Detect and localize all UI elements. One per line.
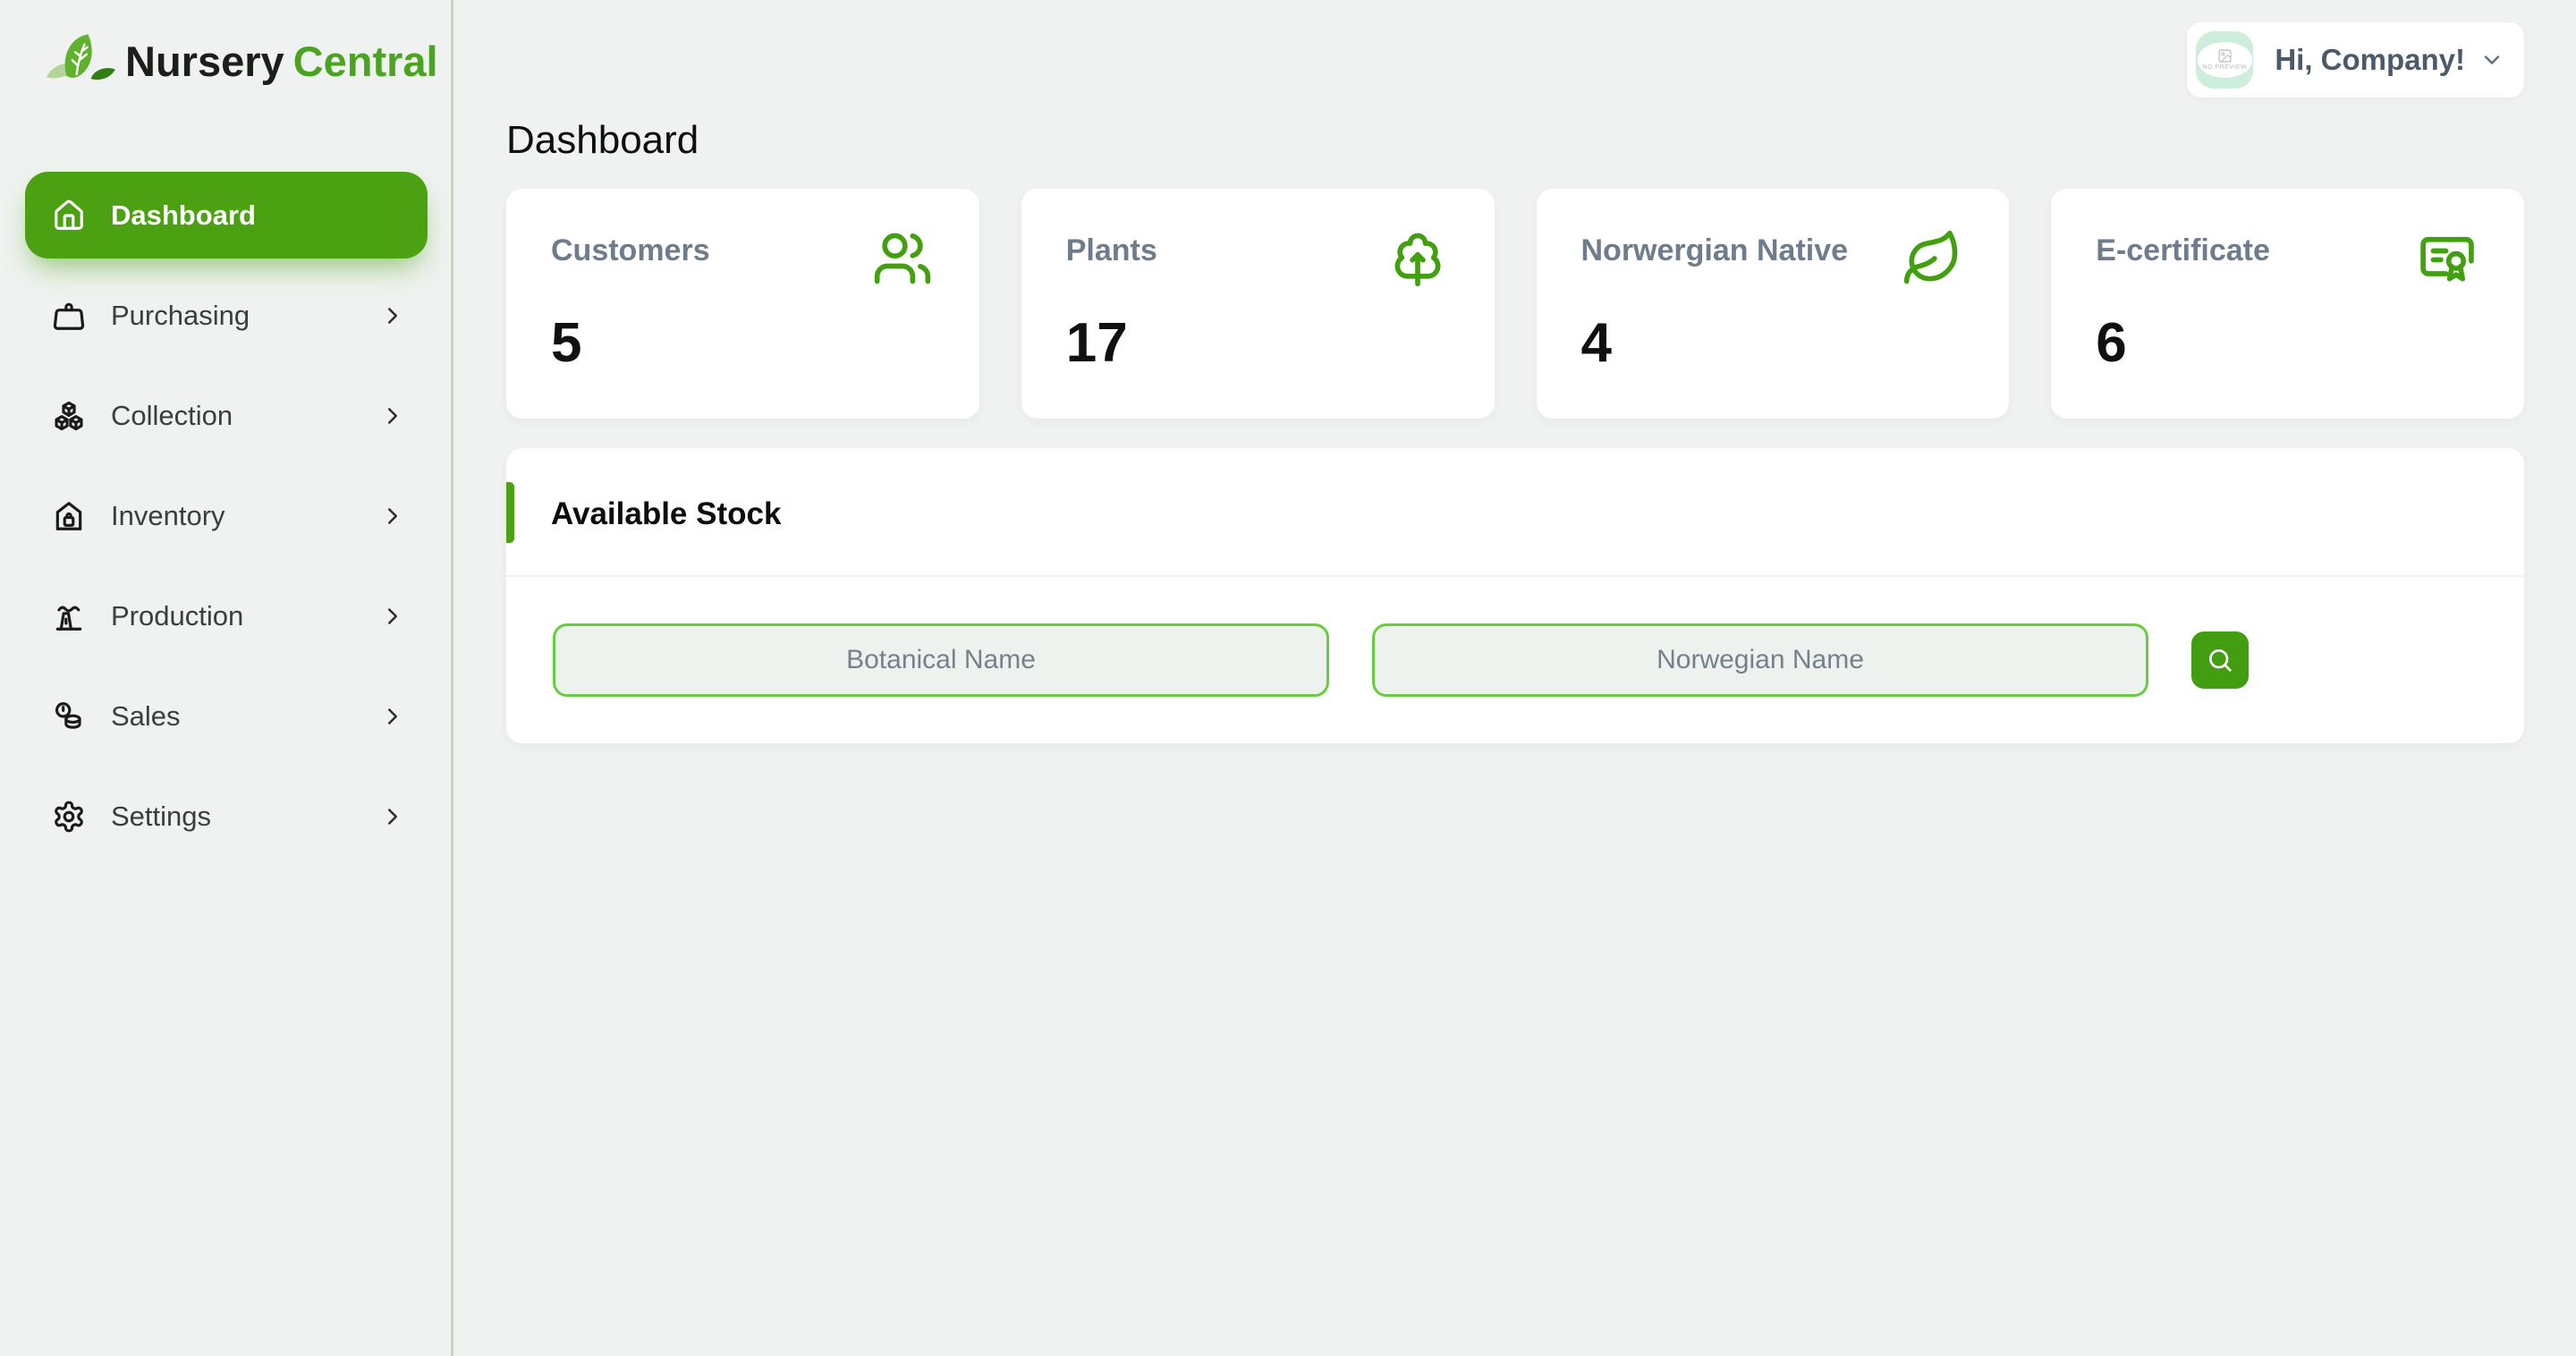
certificate-icon (2420, 236, 2474, 282)
brand-name-primary: Nursery (125, 37, 284, 85)
sidebar-item-dashboard[interactable]: Dashboard (25, 172, 428, 258)
avatar-caption: NO PREVIEW (2202, 64, 2248, 72)
user-greeting: Hi, Company! (2275, 43, 2465, 76)
warehouse-icon (55, 502, 82, 530)
sidebar-item-production[interactable]: Production (0, 566, 451, 666)
search-icon (2209, 649, 2232, 672)
stat-value: 17 (1065, 312, 1128, 374)
available-stock-panel: Available Stock (506, 448, 2524, 743)
stat-cards: Customers 5 Plants 17 Norwergian Native (506, 189, 2524, 419)
stat-value: 4 (1580, 312, 1612, 374)
sidebar-item-settings[interactable]: Settings (0, 767, 451, 867)
main-content: NO PREVIEW Hi, Company! Dashboard Custom… (453, 0, 2576, 1356)
image-placeholder-icon (2218, 49, 2232, 64)
shopping-bag-icon (53, 302, 85, 330)
search-button[interactable] (2191, 631, 2249, 689)
stat-card-norwegian-native: Norwergian Native 4 (1536, 189, 2010, 419)
sidebar-item-label: Purchasing (111, 300, 250, 331)
user-menu[interactable]: NO PREVIEW Hi, Company! (2187, 22, 2524, 97)
chevron-right-icon (388, 608, 397, 624)
leaf-logo-icon (47, 34, 115, 81)
sidebar-item-inventory[interactable]: Inventory (0, 466, 451, 566)
sidebar-item-label: Inventory (111, 500, 225, 531)
available-stock-title: Available Stock (551, 496, 782, 531)
page-title: Dashboard (506, 118, 699, 162)
sidebar-item-collection[interactable]: Collection (0, 366, 451, 466)
sidebar-nav: Dashboard Purchasing Collection Inventor… (0, 172, 451, 867)
sidebar-item-label: Sales (111, 700, 181, 732)
avatar-no-preview: NO PREVIEW (2197, 42, 2253, 78)
sidebar-item-label: Production (111, 600, 244, 631)
chevron-right-icon (388, 809, 397, 825)
botanical-name-input[interactable] (553, 623, 1329, 697)
coins-icon (55, 702, 81, 729)
stat-card-ecertificate: E-certificate 6 (2051, 189, 2524, 419)
stat-card-plants: Plants 17 (1021, 189, 1495, 419)
home-icon (55, 199, 83, 230)
chevron-right-icon (388, 408, 397, 424)
topbar: NO PREVIEW Hi, Company! (506, 0, 2524, 97)
avatar: NO PREVIEW (2196, 31, 2254, 89)
accent-bar (506, 482, 514, 543)
tree-icon (1394, 233, 1440, 287)
chevron-down-icon (2484, 55, 2500, 64)
sidebar-item-sales[interactable]: Sales (0, 666, 451, 767)
sidebar-item-purchasing[interactable]: Purchasing (0, 266, 451, 366)
chevron-right-icon (388, 308, 397, 324)
factory-icon (55, 606, 82, 631)
brand-logo: Nursery Central (0, 23, 451, 98)
users-icon (874, 233, 930, 284)
boxes-icon (55, 401, 83, 431)
sidebar: Nursery Central Dashboard Purchasing Col… (0, 0, 453, 1356)
stat-value: 5 (551, 312, 582, 374)
sidebar-item-label: Dashboard (111, 199, 256, 231)
stat-value: 6 (2096, 312, 2127, 374)
chevron-right-icon (388, 708, 397, 725)
available-stock-header: Available Stock (506, 448, 2524, 577)
sidebar-item-label: Settings (111, 801, 212, 832)
sidebar-item-label: Collection (111, 400, 233, 431)
gear-icon (55, 801, 83, 833)
leaf-icon (1904, 230, 1958, 284)
chevron-right-icon (388, 508, 397, 524)
norwegian-name-input[interactable] (1372, 623, 2148, 697)
stock-search-form (506, 577, 2524, 697)
brand-name: Nursery Central (125, 37, 438, 86)
stat-card-customers: Customers 5 (506, 189, 979, 419)
brand-name-secondary: Central (292, 37, 438, 85)
